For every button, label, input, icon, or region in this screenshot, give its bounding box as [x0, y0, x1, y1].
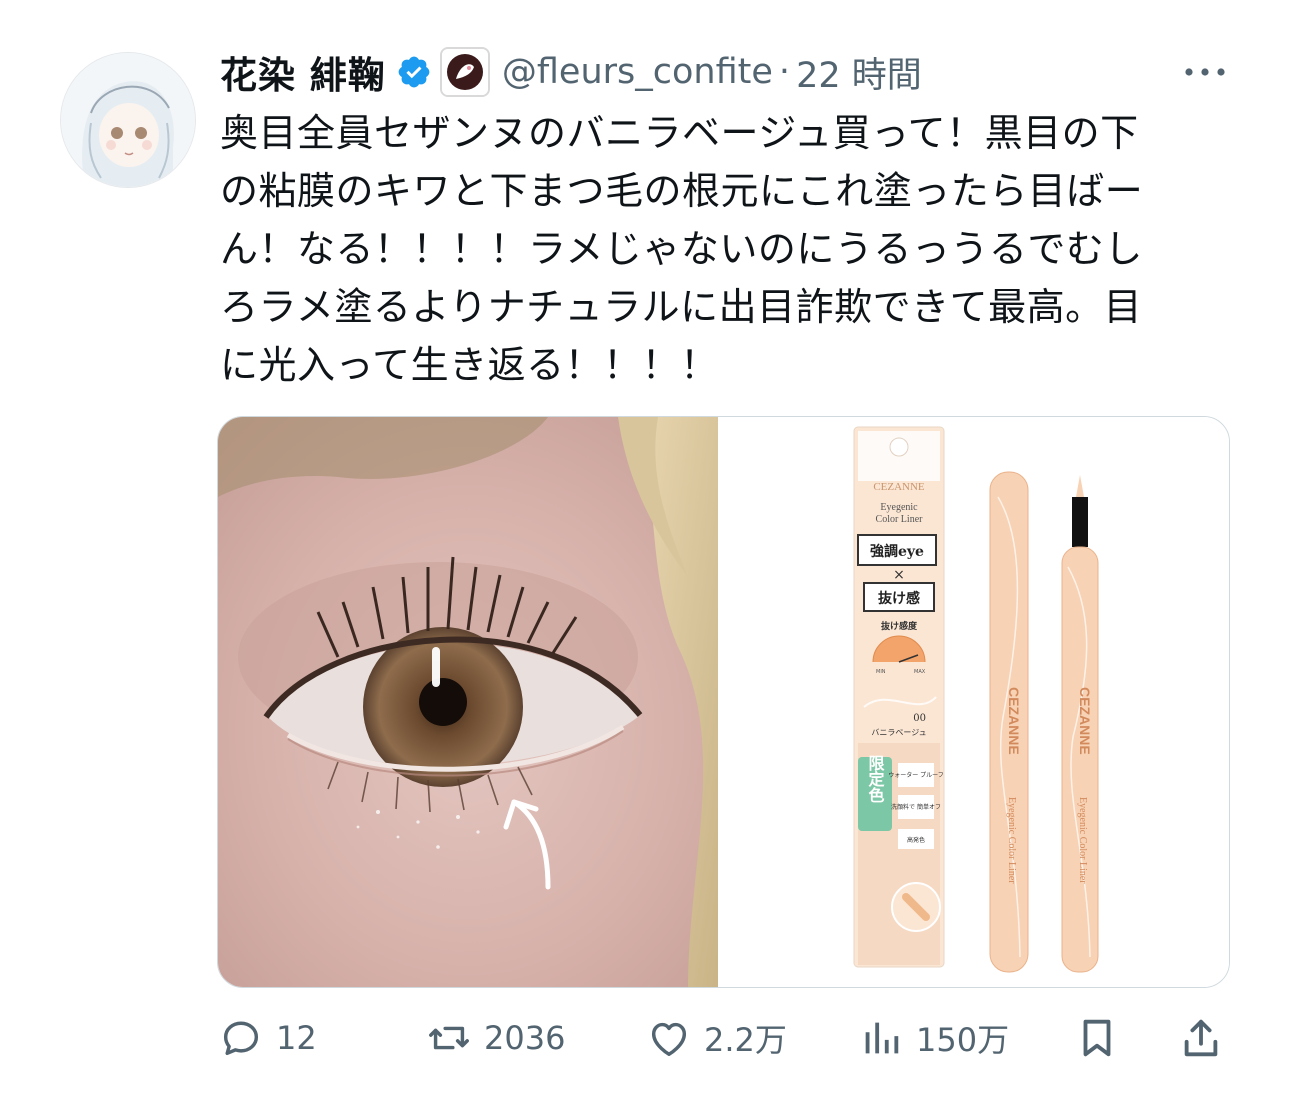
action-bar: 12 2036 2.2万 150万 — [218, 1010, 1230, 1066]
share-button[interactable] — [1178, 1010, 1224, 1066]
eye-photo[interactable] — [218, 417, 718, 987]
pen2-sub: Eyegenic Color Liner — [1077, 797, 1088, 884]
reply-button[interactable]: 12 — [218, 1010, 317, 1066]
bookmark-button[interactable] — [1074, 1010, 1120, 1066]
author-avatar[interactable] — [60, 52, 196, 188]
share-icon — [1184, 1019, 1218, 1057]
tweet-text: 奥目全員セザンヌのバニラベージュ買って！黒目の下 の粘膜のキワと下まつ毛の根元に… — [220, 111, 1144, 387]
pen1-sub: Eyegenic Color Liner — [1006, 797, 1017, 884]
eye-photo-illustration — [218, 417, 718, 987]
views-button[interactable]: 150万 — [858, 1010, 1009, 1066]
like-icon — [651, 1022, 687, 1057]
pkg-feature1: ウォーター プルーフ — [888, 771, 944, 779]
media-container[interactable]: CEZANNE Eyegenic Color Liner 強調eye × 抜け感… — [217, 416, 1230, 988]
pkg-line2: Color Liner — [876, 514, 924, 525]
pkg-brand: CEZANNE — [873, 481, 925, 493]
like-button[interactable]: 2.2万 — [646, 1010, 787, 1066]
views-count: 150万 — [916, 1021, 1010, 1059]
author-name[interactable]: 花染 緋鞠 — [220, 45, 386, 99]
pen2-brand: CEZANNE — [1077, 687, 1093, 755]
retweet-button[interactable]: 2036 — [426, 1010, 565, 1066]
pkg-line1: Eyegenic — [880, 502, 918, 513]
pen1-brand: CEZANNE — [1006, 687, 1022, 755]
pkg-meter-title: 抜け感度 — [881, 620, 918, 632]
views-icon — [865, 1022, 899, 1054]
reply-icon — [223, 1021, 259, 1056]
affiliate-logo-icon — [441, 49, 488, 95]
pkg-badge1: 強調eye — [870, 543, 924, 560]
author-handle[interactable]: @fleurs_confite — [502, 52, 773, 92]
separator-dot: · — [778, 52, 791, 92]
pkg-meter-min: MIN — [876, 669, 886, 675]
pkg-feature3: 高発色 — [907, 836, 925, 844]
tweet-time[interactable]: 22 時間 — [796, 47, 922, 98]
pkg-shade-name: バニラベージュ — [871, 728, 926, 737]
pkg-badge2: 抜け感 — [878, 590, 920, 607]
reply-count: 12 — [276, 1019, 317, 1057]
affiliate-badge — [439, 47, 490, 97]
product-photo[interactable]: CEZANNE Eyegenic Color Liner 強調eye × 抜け感… — [718, 417, 1229, 987]
retweet-count: 2036 — [484, 1019, 566, 1057]
product-illustration: CEZANNE Eyegenic Color Liner 強調eye × 抜け感… — [853, 426, 1099, 973]
verified-badge-icon — [398, 56, 430, 88]
pkg-limited: 限定色 — [866, 755, 886, 803]
tweet-header: 花染 緋鞠 @fleurs_confite · 22 時間 — [220, 44, 922, 100]
more-icon[interactable] — [1180, 54, 1230, 90]
pkg-shade-no: 00 — [913, 713, 926, 724]
pkg-feature2: 洗顔料で 簡単オフ — [891, 803, 941, 811]
retweet-icon — [429, 1026, 469, 1050]
pkg-meter-max: MAX — [914, 669, 926, 675]
avatar-illustration — [61, 53, 195, 187]
pkg-badge-x: × — [893, 567, 905, 583]
bookmark-icon — [1083, 1019, 1111, 1057]
like-count: 2.2万 — [704, 1021, 787, 1059]
